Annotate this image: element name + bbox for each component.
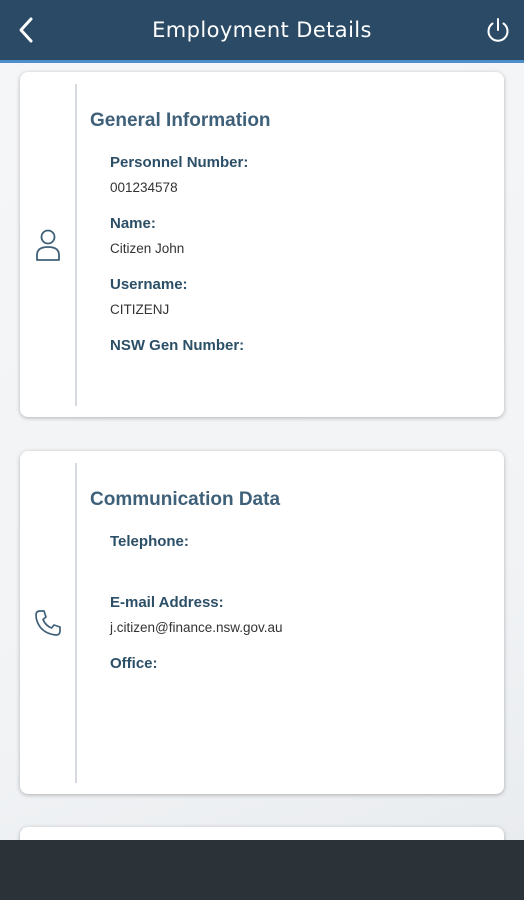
- person-icon: [36, 229, 60, 261]
- card-body: Communication Data Telephone: E-mail Add…: [90, 489, 494, 716]
- communication-data-card: Communication Data Telephone: E-mail Add…: [20, 451, 504, 794]
- field-value: [110, 559, 494, 575]
- phone-icon: [35, 609, 61, 636]
- email-address-field: E-mail Address: j.citizen@finance.nsw.go…: [90, 594, 494, 655]
- nsw-gen-number-field: NSW Gen Number:: [90, 337, 494, 398]
- field-label: NSW Gen Number:: [110, 337, 245, 354]
- app-header: Employment Details: [0, 0, 524, 63]
- field-label: Username:: [110, 276, 188, 293]
- field-label: Office:: [110, 655, 158, 672]
- field-label: Personnel Number:: [110, 154, 249, 171]
- card-divider: [75, 84, 77, 406]
- field-label: Telephone:: [110, 533, 189, 550]
- field-value: [110, 681, 494, 697]
- card-body: General Information Personnel Number: 00…: [90, 110, 494, 398]
- field-value[interactable]: j.citizen@finance.nsw.gov.au: [110, 620, 494, 636]
- content-scroll-area[interactable]: General Information Personnel Number: 00…: [0, 66, 524, 840]
- personnel-number-field: Personnel Number: 001234578: [90, 154, 494, 215]
- section-title: Communication Data: [90, 489, 281, 510]
- name-field: Name: Citizen John: [90, 215, 494, 276]
- field-value: CITIZENJ: [110, 302, 170, 317]
- page-title: Employment Details: [152, 18, 372, 42]
- card-divider: [75, 463, 77, 783]
- section-title: General Information: [90, 110, 271, 131]
- back-button[interactable]: [10, 14, 42, 46]
- power-icon: [487, 18, 509, 42]
- card-icon-column: [20, 72, 76, 417]
- field-value: 001234578: [110, 180, 178, 195]
- field-value: Citizen John: [110, 241, 185, 256]
- office-field: Office:: [90, 655, 494, 716]
- field-label: E-mail Address:: [110, 594, 224, 611]
- bottom-bar: [0, 840, 524, 900]
- next-card: [20, 827, 504, 840]
- logout-button[interactable]: [482, 14, 514, 46]
- field-label: Name:: [110, 215, 156, 232]
- general-information-card: General Information Personnel Number: 00…: [20, 72, 504, 417]
- card-icon-column: [20, 451, 76, 794]
- username-field: Username: CITIZENJ: [90, 276, 494, 337]
- field-value: [110, 363, 494, 379]
- telephone-field: Telephone:: [90, 533, 494, 594]
- chevron-left-icon: [19, 17, 33, 43]
